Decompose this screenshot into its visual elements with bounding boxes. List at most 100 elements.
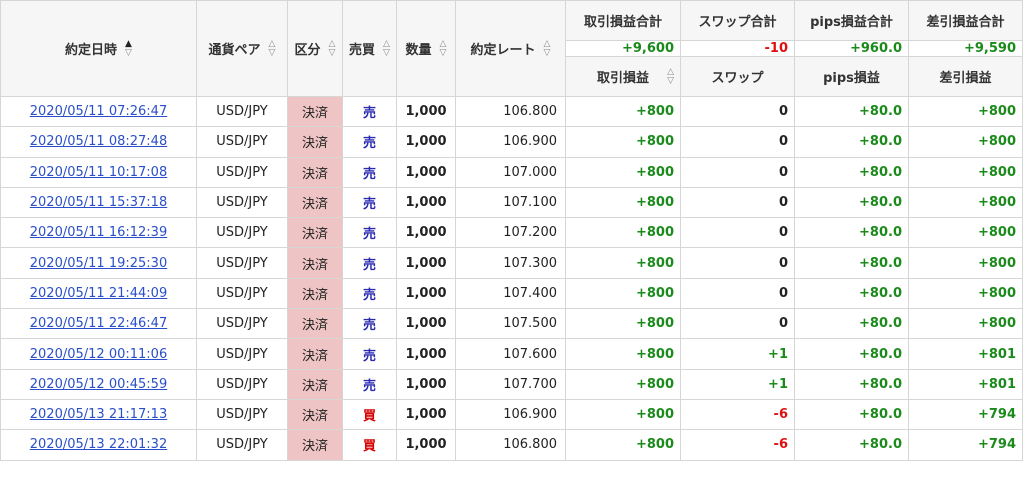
- trade-date-link[interactable]: 2020/05/13 21:17:13: [30, 407, 167, 422]
- cell-date: 2020/05/11 19:25:30: [0, 247, 197, 279]
- cell-swap: +1: [680, 338, 795, 370]
- cell-qty: 1,000: [396, 368, 456, 400]
- cell-swap: -6: [680, 429, 795, 461]
- cell-pips: +80.0: [794, 398, 909, 431]
- cell-kubun: 決済: [287, 338, 343, 370]
- trade-date-link[interactable]: 2020/05/12 00:11:06: [30, 347, 167, 362]
- cell-side: 売: [342, 95, 397, 128]
- cell-date: 2020/05/13 21:17:13: [0, 398, 197, 431]
- cell-date: 2020/05/11 16:12:39: [0, 217, 197, 249]
- cell-qty: 1,000: [396, 186, 456, 219]
- cell-net: +800: [908, 186, 1023, 219]
- cell-pips: +80.0: [794, 247, 909, 279]
- col-header-net: 差引損益: [908, 56, 1023, 97]
- cell-side: 売: [342, 247, 397, 279]
- trade-date-link[interactable]: 2020/05/11 07:26:47: [30, 104, 167, 119]
- cell-qty: 1,000: [396, 277, 456, 310]
- trade-date-link[interactable]: 2020/05/11 15:37:18: [30, 195, 167, 210]
- sort-toggle-icon[interactable]: △ ▽: [544, 39, 551, 58]
- cell-swap: 0: [680, 156, 795, 188]
- cell-qty: 1,000: [396, 338, 456, 370]
- trade-date-link[interactable]: 2020/05/13 22:01:32: [30, 437, 167, 452]
- trade-date-link[interactable]: 2020/05/11 08:27:48: [30, 134, 167, 149]
- total-swap: -10: [680, 40, 795, 57]
- sort-asc-active-icon[interactable]: ▲ ▽: [125, 39, 132, 58]
- cell-date: 2020/05/11 21:44:09: [0, 277, 197, 310]
- cell-side: 売: [342, 126, 397, 158]
- cell-date: 2020/05/13 22:01:32: [0, 429, 197, 461]
- cell-date: 2020/05/11 10:17:08: [0, 156, 197, 188]
- trade-date-link[interactable]: 2020/05/11 19:25:30: [30, 256, 167, 271]
- cell-kubun: 決済: [287, 429, 343, 461]
- cell-side: 売: [342, 277, 397, 310]
- cell-rate: 107.100: [455, 186, 566, 219]
- cell-qty: 1,000: [396, 247, 456, 279]
- cell-pair: USD/JPY: [196, 368, 288, 400]
- trade-date-link[interactable]: 2020/05/11 10:17:08: [30, 165, 167, 180]
- table-row: 2020/05/11 16:12:39 USD/JPY 決済売 1,000 107.20…: [0, 217, 1023, 249]
- col-header-kubun[interactable]: 区分 △ ▽: [287, 0, 343, 97]
- cell-swap: +1: [680, 368, 795, 400]
- cell-rate: 106.900: [455, 398, 566, 431]
- trade-date-link[interactable]: 2020/05/12 00:45:59: [30, 377, 167, 392]
- cell-net: +800: [908, 126, 1023, 158]
- cell-rate: 107.700: [455, 368, 566, 400]
- sort-toggle-icon[interactable]: △ ▽: [440, 39, 447, 58]
- cell-pips: +80.0: [794, 308, 909, 340]
- table-header: 約定日時 ▲ ▽ 通貨ペア △ ▽ 区分 △ ▽ 売買 △ ▽ 数量 △ ▽ 約…: [0, 0, 1023, 97]
- cell-side: 買: [342, 429, 397, 461]
- cell-net: +800: [908, 247, 1023, 279]
- cell-pips: +80.0: [794, 186, 909, 219]
- cell-swap: 0: [680, 186, 795, 219]
- total-pips: +960.0: [794, 40, 909, 57]
- cell-pair: USD/JPY: [196, 186, 288, 219]
- cell-side: 買: [342, 398, 397, 431]
- col-header-rate[interactable]: 約定レート △ ▽: [455, 0, 566, 97]
- table-row: 2020/05/11 21:44:09 USD/JPY 決済売 1,000 107.40…: [0, 277, 1023, 310]
- total-pl: +9,600: [565, 40, 681, 57]
- table-row: 2020/05/12 00:11:06 USD/JPY 決済売 1,000 107.60…: [0, 338, 1023, 370]
- cell-pl: +800: [565, 156, 681, 188]
- cell-side: 売: [342, 186, 397, 219]
- cell-pair: USD/JPY: [196, 308, 288, 340]
- cell-qty: 1,000: [396, 126, 456, 158]
- sort-toggle-icon[interactable]: △ ▽: [383, 39, 390, 58]
- cell-pl: +800: [565, 95, 681, 128]
- cell-kubun: 決済: [287, 126, 343, 158]
- cell-rate: 107.600: [455, 338, 566, 370]
- cell-side: 売: [342, 156, 397, 188]
- cell-swap: 0: [680, 308, 795, 340]
- trade-date-link[interactable]: 2020/05/11 21:44:09: [30, 286, 167, 301]
- sort-toggle-icon[interactable]: △ ▽: [667, 67, 674, 86]
- cell-swap: 0: [680, 277, 795, 310]
- cell-date: 2020/05/12 00:11:06: [0, 338, 197, 370]
- cell-side: 売: [342, 217, 397, 249]
- sort-toggle-icon[interactable]: △ ▽: [329, 39, 336, 58]
- col-header-date[interactable]: 約定日時 ▲ ▽: [0, 0, 197, 97]
- col-header-pl[interactable]: 取引損益 △ ▽: [565, 56, 681, 97]
- cell-swap: -6: [680, 398, 795, 431]
- cell-kubun: 決済: [287, 368, 343, 400]
- cell-pair: USD/JPY: [196, 429, 288, 461]
- trade-date-link[interactable]: 2020/05/11 22:46:47: [30, 316, 167, 331]
- cell-pl: +800: [565, 429, 681, 461]
- col-header-side[interactable]: 売買 △ ▽: [342, 0, 397, 97]
- cell-net: +801: [908, 338, 1023, 370]
- cell-net: +794: [908, 429, 1023, 461]
- cell-net: +800: [908, 308, 1023, 340]
- cell-date: 2020/05/11 15:37:18: [0, 186, 197, 219]
- table-row: 2020/05/12 00:45:59 USD/JPY 決済売 1,000 107.70…: [0, 368, 1023, 400]
- cell-swap: 0: [680, 95, 795, 128]
- col-header-qty[interactable]: 数量 △ ▽: [396, 0, 456, 97]
- cell-pl: +800: [565, 308, 681, 340]
- table-body: 2020/05/11 07:26:47 USD/JPY 決済売 1,000 106.80…: [0, 95, 1023, 461]
- col-header-pair[interactable]: 通貨ペア △ ▽: [196, 0, 288, 97]
- trade-history-table: 約定日時 ▲ ▽ 通貨ペア △ ▽ 区分 △ ▽ 売買 △ ▽ 数量 △ ▽ 約…: [0, 0, 1023, 461]
- cell-pair: USD/JPY: [196, 217, 288, 249]
- cell-pl: +800: [565, 338, 681, 370]
- sort-toggle-icon[interactable]: △ ▽: [269, 39, 276, 58]
- cell-rate: 106.900: [455, 126, 566, 158]
- trade-date-link[interactable]: 2020/05/11 16:12:39: [30, 225, 167, 240]
- table-row: 2020/05/11 07:26:47 USD/JPY 決済売 1,000 106.80…: [0, 95, 1023, 128]
- cell-kubun: 決済: [287, 186, 343, 219]
